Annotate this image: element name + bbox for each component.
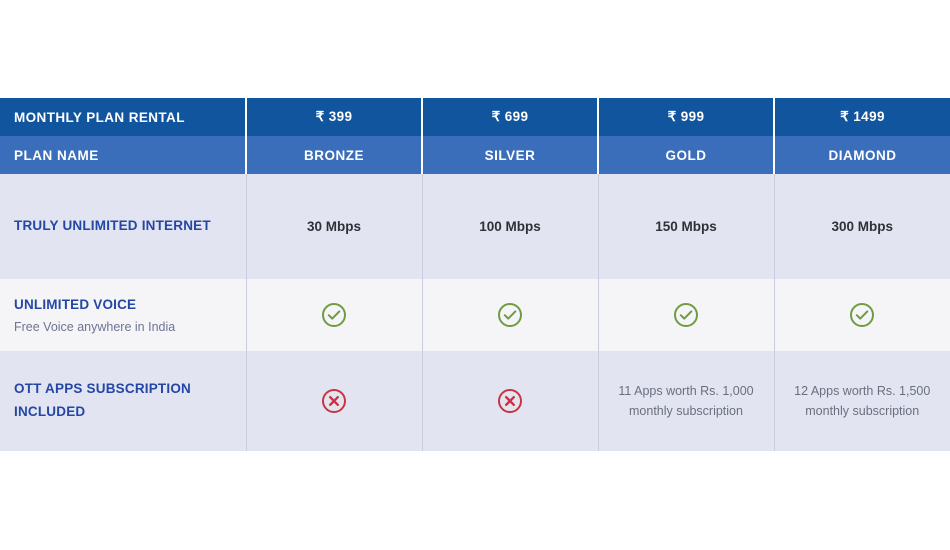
value-ott-silver bbox=[422, 351, 599, 451]
check-circle-icon bbox=[850, 303, 875, 327]
feature-label-voice: UNLIMITED VOICE Free Voice anywhere in I… bbox=[0, 279, 247, 351]
header-label-plan-name: PLAN NAME bbox=[0, 136, 247, 174]
table-row: UNLIMITED VOICE Free Voice anywhere in I… bbox=[0, 279, 950, 351]
cross-circle-icon bbox=[322, 389, 346, 413]
feature-label-internet: TRULY UNLIMITED INTERNET bbox=[0, 174, 247, 279]
table-row: TRULY UNLIMITED INTERNET 30 Mbps 100 Mbp… bbox=[0, 174, 950, 279]
value-voice-bronze bbox=[246, 279, 423, 351]
check-circle-icon bbox=[322, 303, 346, 327]
value-internet-gold: 150 Mbps bbox=[598, 174, 775, 279]
feature-label-ott: OTT APPS SUBSCRIPTION INCLUDED bbox=[0, 351, 247, 451]
pricing-plan-page: MONTHLY PLAN RENTAL ₹ 399 ₹ 699 ₹ 999 ₹ … bbox=[0, 0, 950, 550]
feature-title: OTT APPS SUBSCRIPTION INCLUDED bbox=[14, 381, 191, 419]
header-price-bronze: ₹ 399 bbox=[246, 98, 423, 136]
value-internet-silver: 100 Mbps bbox=[422, 174, 599, 279]
table-body: TRULY UNLIMITED INTERNET 30 Mbps 100 Mbp… bbox=[0, 174, 950, 451]
value-voice-silver bbox=[422, 279, 599, 351]
header-price-gold: ₹ 999 bbox=[598, 98, 775, 136]
value-ott-bronze bbox=[246, 351, 423, 451]
table-header: MONTHLY PLAN RENTAL ₹ 399 ₹ 699 ₹ 999 ₹ … bbox=[0, 98, 950, 174]
header-row-monthly-rental: MONTHLY PLAN RENTAL ₹ 399 ₹ 699 ₹ 999 ₹ … bbox=[0, 98, 950, 136]
header-price-diamond: ₹ 1499 bbox=[774, 98, 950, 136]
value-ott-diamond: 12 Apps worth Rs. 1,500 monthly subscrip… bbox=[774, 351, 950, 451]
check-circle-icon bbox=[674, 303, 698, 327]
feature-title: TRULY UNLIMITED INTERNET bbox=[14, 218, 211, 234]
header-planname-silver: SILVER bbox=[422, 136, 599, 174]
header-label-monthly-rental: MONTHLY PLAN RENTAL bbox=[0, 98, 247, 136]
value-ott-gold: 11 Apps worth Rs. 1,000 monthly subscrip… bbox=[598, 351, 775, 451]
value-voice-diamond bbox=[774, 279, 950, 351]
plan-comparison-table: MONTHLY PLAN RENTAL ₹ 399 ₹ 699 ₹ 999 ₹ … bbox=[0, 98, 950, 451]
value-internet-bronze: 30 Mbps bbox=[246, 174, 423, 279]
value-internet-diamond: 300 Mbps bbox=[774, 174, 950, 279]
header-row-plan-name: PLAN NAME BRONZE SILVER GOLD DIAMOND bbox=[0, 136, 950, 174]
cross-circle-icon bbox=[498, 389, 522, 413]
value-voice-gold bbox=[598, 279, 775, 351]
header-planname-bronze: BRONZE bbox=[246, 136, 423, 174]
header-planname-diamond: DIAMOND bbox=[774, 136, 950, 174]
check-circle-icon bbox=[498, 303, 522, 327]
feature-subtitle: Free Voice anywhere in India bbox=[14, 319, 176, 334]
header-planname-gold: GOLD bbox=[598, 136, 775, 174]
header-price-silver: ₹ 699 bbox=[422, 98, 599, 136]
feature-title: UNLIMITED VOICE bbox=[14, 296, 137, 312]
table-row: OTT APPS SUBSCRIPTION INCLUDED 11 Apps w… bbox=[0, 351, 950, 451]
